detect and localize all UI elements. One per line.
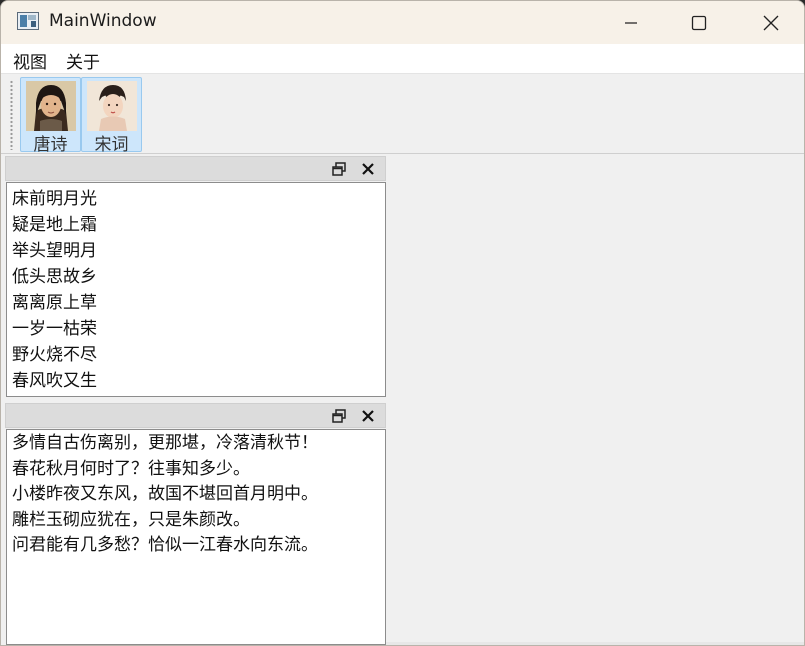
text-line: 春花秋月何时了？往事知多少。 bbox=[12, 458, 250, 479]
maximize-button[interactable] bbox=[665, 1, 733, 44]
text-line: 野火烧不尽 bbox=[12, 345, 97, 365]
dock-title-bar[interactable] bbox=[5, 156, 386, 181]
main-window: MainWindow 视图 关于 唐诗 宋词 床前明月光 疑是地上霜 举头望明月… bbox=[0, 0, 805, 646]
close-icon bbox=[362, 163, 374, 175]
toolbar-button-label: 唐诗 bbox=[33, 135, 68, 155]
text-edit[interactable]: 床前明月光 疑是地上霜 举头望明月 低头思故乡 离离原上草 一岁一枯荣 野火烧不… bbox=[6, 182, 386, 397]
text-line: 离离原上草 bbox=[12, 293, 97, 313]
central-area-edge bbox=[386, 642, 804, 645]
dock-close-button[interactable] bbox=[360, 161, 376, 177]
menu-view[interactable]: 视图 bbox=[13, 48, 47, 73]
dock-close-button[interactable] bbox=[360, 408, 376, 424]
minimize-button[interactable] bbox=[597, 1, 665, 44]
text-line: 小楼昨夜又东风，故国不堪回首月明中。 bbox=[12, 484, 318, 504]
app-window-icon bbox=[17, 12, 39, 30]
text-edit[interactable]: 多情自古伤离别，更那堪，冷落清秋节！ 春花秋月何时了？往事知多少。 小楼昨夜又东… bbox=[6, 429, 386, 645]
close-button[interactable] bbox=[737, 1, 804, 44]
text-line: 床前明月光 bbox=[12, 189, 97, 209]
float-window-icon bbox=[332, 409, 346, 423]
toolbar-button-tang-poems[interactable]: 唐诗 bbox=[20, 77, 81, 155]
window-title: MainWindow bbox=[49, 11, 157, 31]
female-poet-portrait-icon bbox=[87, 81, 137, 131]
minimize-icon bbox=[625, 21, 637, 24]
float-window-icon bbox=[332, 162, 346, 176]
text-line: 举头望明月 bbox=[12, 241, 97, 261]
close-icon bbox=[362, 410, 374, 422]
dock-float-button[interactable] bbox=[331, 408, 347, 424]
close-icon bbox=[763, 15, 779, 30]
dock-title-bar[interactable] bbox=[5, 403, 386, 428]
menu-about[interactable]: 关于 bbox=[66, 48, 100, 73]
menu-bar: 视图 关于 bbox=[1, 44, 804, 73]
text-line: 问君能有几多愁？恰似一江春水向东流。 bbox=[12, 535, 318, 555]
title-bar[interactable]: MainWindow bbox=[1, 1, 804, 44]
toolbar-button-label: 宋词 bbox=[94, 135, 129, 155]
maximize-icon bbox=[691, 15, 707, 30]
text-line: 春风吹又生 bbox=[12, 371, 97, 391]
male-poet-portrait-icon bbox=[26, 81, 76, 131]
text-line: 雕栏玉砌应犹在，只是朱颜改。 bbox=[12, 509, 250, 530]
toolbar-grip-handle[interactable] bbox=[10, 80, 13, 150]
text-line: 低头思故乡 bbox=[12, 267, 97, 287]
toolbar-separator bbox=[1, 153, 804, 154]
text-line: 多情自古伤离别，更那堪，冷落清秋节！ bbox=[12, 433, 318, 453]
dock-float-button[interactable] bbox=[331, 161, 347, 177]
toolbar: 唐诗 宋词 bbox=[1, 73, 804, 155]
text-line: 一岁一枯荣 bbox=[12, 319, 97, 339]
toolbar-button-song-ci[interactable]: 宋词 bbox=[81, 77, 142, 155]
text-line: 疑是地上霜 bbox=[12, 215, 97, 235]
